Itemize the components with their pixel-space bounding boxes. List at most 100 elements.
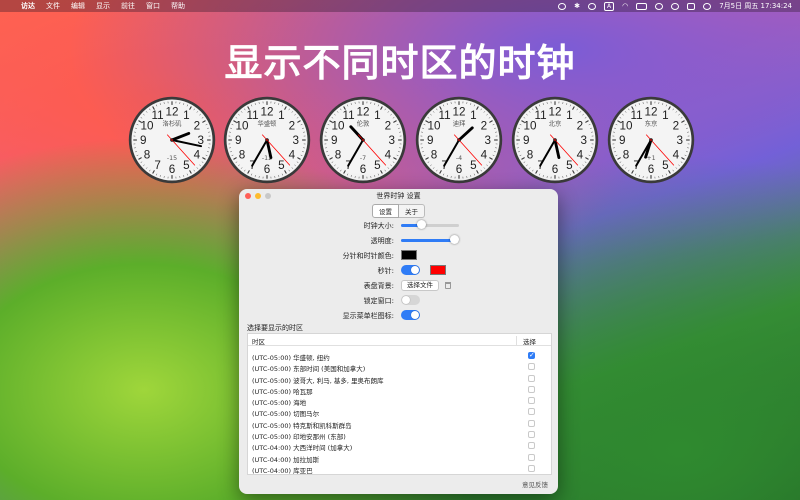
column-select[interactable]: 选择: [516, 336, 536, 346]
clock-numeral: 1: [183, 109, 190, 122]
timezone-checkbox[interactable]: [528, 351, 535, 359]
lock-window-label: 锁定窗口:: [363, 297, 394, 305]
feedback-link[interactable]: 意见反馈: [522, 479, 548, 489]
opacity-slider[interactable]: [401, 235, 459, 244]
world-clock: 121234567891011华盛顿-12: [222, 95, 312, 185]
tab-settings[interactable]: 设置: [372, 204, 399, 218]
clock-city: 迪拜: [453, 119, 466, 128]
menu-datetime[interactable]: 7月5日 周五 17:34:24: [719, 1, 792, 11]
timezone-checkbox[interactable]: [528, 464, 535, 472]
tab-about[interactable]: 关于: [399, 204, 425, 218]
menu-help[interactable]: 帮助: [171, 1, 185, 11]
hand-color-well[interactable]: [401, 250, 417, 260]
minimize-button[interactable]: [255, 193, 261, 199]
table-row[interactable]: (UTC-05:00) 哈瓦那: [248, 384, 551, 396]
bluetooth-icon[interactable]: ✱: [574, 2, 580, 10]
user-icon[interactable]: [671, 2, 680, 10]
siri-icon[interactable]: [703, 2, 712, 10]
clock-numeral: 2: [289, 120, 296, 133]
clock-size-label: 时钟大小:: [363, 222, 394, 230]
timezone-checkbox[interactable]: [528, 431, 535, 439]
menu-app-name[interactable]: 访达: [21, 1, 35, 11]
second-hand-toggle[interactable]: [401, 265, 420, 275]
clock-numeral: 9: [619, 134, 626, 147]
clock-city: 北京: [549, 119, 562, 128]
clock-numeral: 9: [427, 134, 434, 147]
second-color-well[interactable]: [430, 265, 446, 275]
slider-knob[interactable]: [449, 235, 459, 244]
choose-file-button[interactable]: 选择文件: [401, 279, 439, 291]
clock-numeral: 5: [662, 159, 669, 172]
menu-window[interactable]: 窗口: [146, 1, 160, 11]
table-row[interactable]: (UTC-05:00) 华盛顿, 纽约: [248, 350, 551, 362]
hand-color-label: 分针和时针颜色:: [342, 252, 394, 260]
timezone-checkbox[interactable]: [528, 397, 535, 405]
world-clock: 121234567891011伦敦-7: [318, 95, 408, 185]
clock-numeral: 3: [581, 134, 588, 147]
clock-numeral: 12: [548, 105, 561, 118]
zoom-button[interactable]: [265, 193, 271, 199]
timezone-table[interactable]: 时区 选择 (UTC-05:00) 华盛顿, 纽约(UTC-05:00) 东部时…: [247, 333, 552, 475]
timezone-checkbox[interactable]: [528, 408, 535, 416]
table-row[interactable]: (UTC-04:00) 大西洋时间 (加拿大): [248, 440, 551, 452]
clock-status-icon[interactable]: [558, 2, 567, 10]
headphones-icon[interactable]: [587, 2, 596, 10]
clock-numeral: 5: [183, 159, 190, 172]
search-icon[interactable]: [655, 2, 664, 10]
input-method-icon[interactable]: A: [603, 1, 615, 11]
clock-numeral: 8: [144, 148, 151, 161]
timezone-checkbox[interactable]: [528, 363, 535, 371]
timezone-checkbox[interactable]: [528, 385, 535, 393]
table-row[interactable]: (UTC-05:00) 印地安那州 (东部): [248, 429, 551, 441]
menu-go[interactable]: 前往: [121, 1, 135, 11]
table-row[interactable]: (UTC-05:00) 东部时间 (美国和加拿大): [248, 361, 551, 373]
timezone-checkbox[interactable]: [528, 374, 535, 382]
clock-numeral: 1: [662, 109, 669, 122]
clock-size-slider[interactable]: [401, 220, 459, 229]
menubar-icon-toggle[interactable]: [401, 310, 420, 320]
clock-offset: -7: [360, 155, 366, 162]
clock-numeral: 1: [470, 109, 477, 122]
lock-window-toggle[interactable]: [401, 295, 420, 305]
table-row[interactable]: (UTC-05:00) 海地: [248, 395, 551, 407]
window-titlebar[interactable]: 世界时钟 设置: [239, 189, 558, 203]
slider-knob[interactable]: [416, 220, 426, 229]
wifi-icon[interactable]: ◠: [622, 2, 628, 10]
clock-numeral: 3: [293, 134, 300, 147]
control-center-icon[interactable]: [687, 2, 696, 10]
world-clock: 121234567891011东京+1: [606, 95, 696, 185]
timezone-checkbox[interactable]: [528, 442, 535, 450]
clock-numeral: 8: [335, 148, 342, 161]
timezone-checkbox[interactable]: [528, 419, 535, 427]
column-zone[interactable]: 时区: [252, 336, 265, 346]
clock-offset: +1: [646, 155, 655, 162]
clock-numeral: 11: [439, 109, 451, 122]
trash-icon[interactable]: [445, 281, 451, 289]
clock-numeral: 3: [485, 134, 492, 147]
clock-numeral: 11: [535, 109, 547, 122]
timezone-section-label: 选择要显示的时区: [247, 324, 303, 332]
close-button[interactable]: [245, 193, 251, 199]
battery-icon[interactable]: [636, 2, 648, 10]
table-header: 时区 选择: [248, 334, 551, 346]
table-row[interactable]: (UTC-04:00) 加拉加斯: [248, 452, 551, 464]
table-row[interactable]: (UTC-05:00) 特克斯和凯科斯群岛: [248, 418, 551, 430]
clock-numeral: 6: [552, 163, 559, 176]
table-row[interactable]: (UTC-05:00) 波哥大, 利马, 基多, 里奥布朗库: [248, 373, 551, 385]
clock-numeral: 5: [566, 159, 573, 172]
clock-numeral: 1: [278, 109, 285, 122]
second-hand-label: 秒针:: [377, 267, 394, 275]
headline: 显示不同时区的时钟: [224, 41, 576, 85]
table-row[interactable]: (UTC-05:00) 切图马尔: [248, 406, 551, 418]
clock-numeral: 4: [385, 148, 392, 161]
world-clock: 121234567891011北京: [510, 95, 600, 185]
clock-numeral: 4: [289, 148, 296, 161]
menu-bar: 访达 文件 编辑 显示 前往 窗口 帮助 ✱ A ◠ 7月5日 周五 17:34…: [0, 0, 800, 12]
menu-edit[interactable]: 编辑: [71, 1, 85, 11]
table-row[interactable]: (UTC-04:00) 库亚巴: [248, 463, 551, 474]
menu-file[interactable]: 文件: [46, 1, 60, 11]
menu-view[interactable]: 显示: [96, 1, 110, 11]
clock-numeral: 12: [452, 105, 465, 118]
clock-city: 洛杉矶: [163, 119, 183, 128]
timezone-checkbox[interactable]: [528, 453, 535, 461]
